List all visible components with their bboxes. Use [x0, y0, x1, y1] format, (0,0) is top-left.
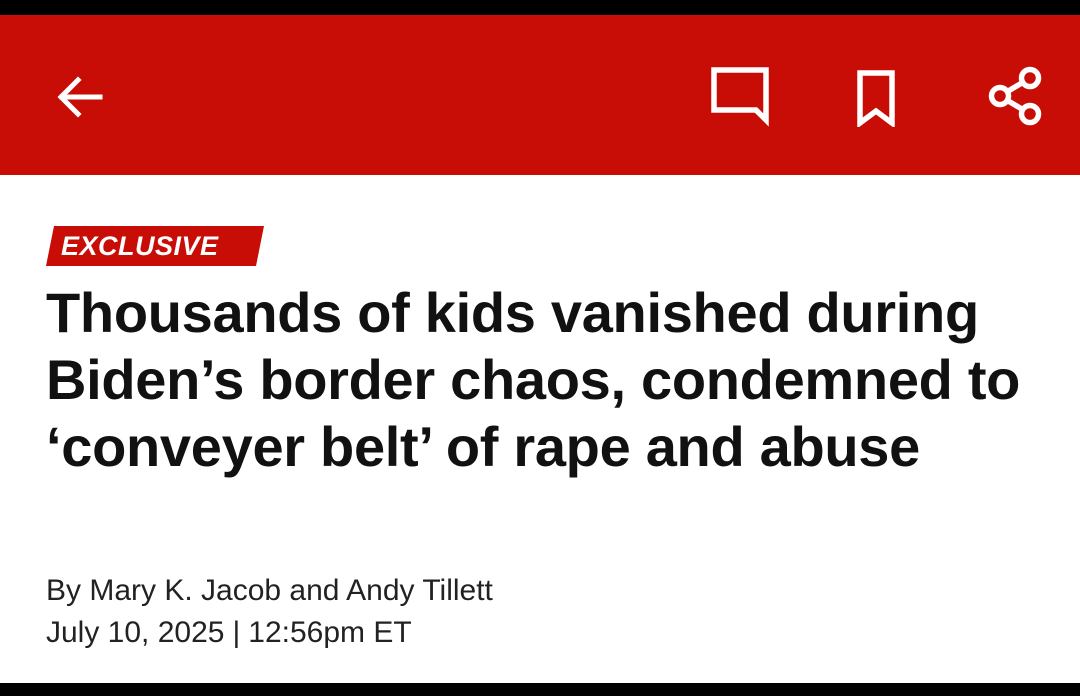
- comment-icon[interactable]: [707, 63, 773, 129]
- publish-date: July 10, 2025: [46, 616, 225, 649]
- share-icon[interactable]: [982, 63, 1048, 129]
- screen: EXCLUSIVE Thousands of kids vanished dur…: [0, 0, 1080, 696]
- date-separator: |: [232, 616, 241, 649]
- byline: By Mary K. Jacob and Andy Tillett: [46, 574, 493, 607]
- badge-label: EXCLUSIVE: [61, 231, 219, 261]
- back-arrow-icon[interactable]: [52, 69, 108, 125]
- exclusive-badge: EXCLUSIVE: [46, 226, 264, 266]
- dateline: July 10, 2025 | 12:56pm ET: [46, 613, 412, 653]
- article-headline: Thousands of kids vanished during Biden’…: [46, 281, 1021, 478]
- app-bar: [0, 15, 1080, 175]
- bookmark-icon[interactable]: [846, 67, 906, 127]
- article-header: EXCLUSIVE Thousands of kids vanished dur…: [0, 175, 1080, 683]
- publish-time: 12:56pm ET: [248, 616, 412, 649]
